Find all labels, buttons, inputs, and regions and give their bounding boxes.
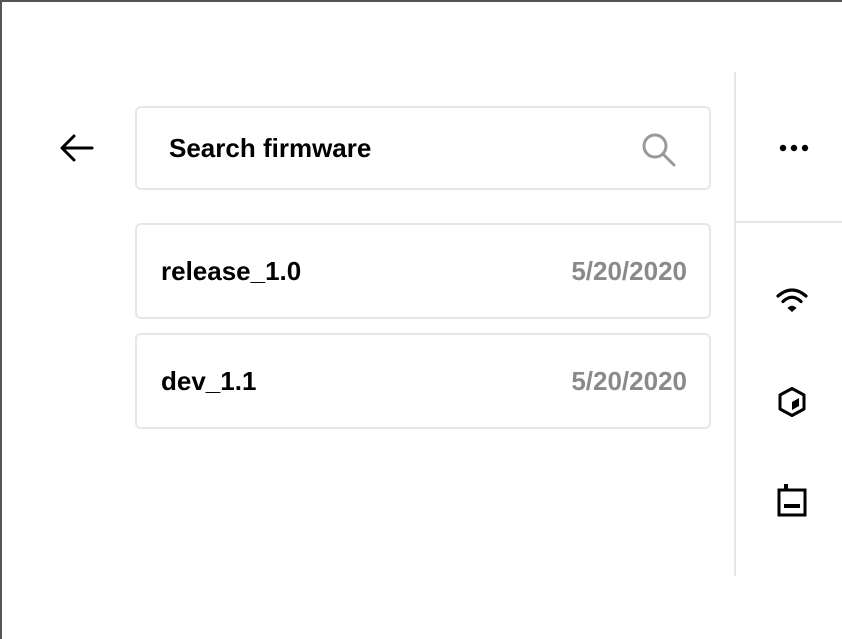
more-horizontal-icon xyxy=(779,144,809,152)
firmware-date: 5/20/2020 xyxy=(571,366,687,396)
back-button[interactable] xyxy=(52,124,100,172)
search-icon[interactable] xyxy=(639,130,679,170)
firmware-list-item[interactable]: release_1.0 5/20/2020 xyxy=(135,223,711,319)
search-input[interactable] xyxy=(169,108,609,188)
right-rail-separator xyxy=(736,221,842,223)
arrow-left-icon xyxy=(60,134,94,162)
device-status[interactable] xyxy=(772,480,812,520)
firmware-date: 5/20/2020 xyxy=(571,256,687,286)
app-frame xyxy=(0,0,842,639)
wifi-icon xyxy=(776,288,808,312)
firmware-name: dev_1.1 xyxy=(161,366,257,396)
search-box[interactable] xyxy=(135,106,711,190)
wifi-status[interactable] xyxy=(772,280,812,320)
device-icon xyxy=(777,484,807,517)
cube-status[interactable] xyxy=(772,382,812,422)
cube-icon xyxy=(778,387,806,417)
firmware-name: release_1.0 xyxy=(161,256,302,286)
firmware-list-item[interactable]: dev_1.1 5/20/2020 xyxy=(135,333,711,429)
more-options-button[interactable] xyxy=(770,130,818,166)
right-rail-divider xyxy=(734,72,736,576)
